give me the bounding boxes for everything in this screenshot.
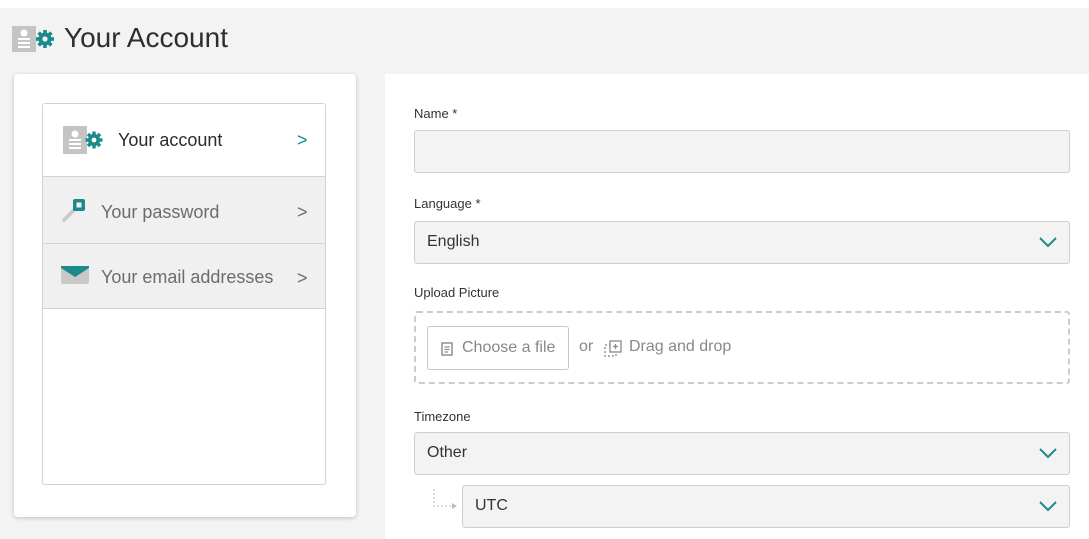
sidebar-item-label: Your password bbox=[101, 202, 220, 222]
chevron-right-icon: > bbox=[297, 202, 308, 222]
account-nav: Your account > Your password > Your emai… bbox=[42, 103, 326, 485]
sidebar-item-label: Your email addresses bbox=[101, 267, 274, 287]
timezone-zone-select[interactable]: UTC bbox=[462, 485, 1070, 528]
name-label: Name * bbox=[414, 106, 458, 121]
account-settings-icon bbox=[12, 26, 54, 52]
language-value: English bbox=[427, 233, 480, 250]
content-gutter bbox=[372, 74, 385, 539]
sidebar-item-your-password[interactable]: Your password > bbox=[43, 177, 325, 244]
language-label: Language * bbox=[414, 196, 481, 211]
sidebar-item-your-email-addresses[interactable]: Your email addresses > bbox=[43, 244, 325, 309]
chevron-down-icon bbox=[1039, 237, 1057, 248]
nested-connector-icon bbox=[433, 489, 457, 509]
chevron-right-icon: > bbox=[297, 130, 308, 150]
timezone-label: Timezone bbox=[414, 409, 471, 424]
chevron-right-icon: > bbox=[297, 268, 308, 288]
name-field[interactable] bbox=[414, 130, 1070, 173]
sidebar-item-your-account[interactable]: Your account > bbox=[43, 104, 325, 177]
upload-dropzone[interactable]: Choose a file or Drag and drop bbox=[414, 311, 1070, 384]
or-text: or bbox=[579, 338, 594, 355]
timezone-region-select[interactable]: Other bbox=[414, 432, 1070, 475]
language-select[interactable]: English bbox=[414, 221, 1070, 264]
chevron-down-icon bbox=[1039, 501, 1057, 512]
timezone-region-value: Other bbox=[427, 444, 468, 461]
choose-file-button[interactable]: Choose a file bbox=[427, 326, 569, 370]
upload-picture-label: Upload Picture bbox=[414, 285, 500, 300]
envelope-icon bbox=[61, 266, 89, 284]
timezone-zone-value: UTC bbox=[475, 497, 508, 514]
account-settings-icon bbox=[63, 126, 103, 154]
sidebar-item-label: Your account bbox=[118, 130, 223, 150]
drag-and-drop-text: Drag and drop bbox=[629, 338, 732, 355]
key-icon bbox=[62, 199, 85, 222]
page-title: Your Account bbox=[64, 22, 228, 53]
drag-drop-icon bbox=[604, 340, 622, 357]
choose-file-label: Choose a file bbox=[462, 339, 556, 356]
chevron-down-icon bbox=[1039, 448, 1057, 459]
document-icon bbox=[441, 342, 453, 356]
